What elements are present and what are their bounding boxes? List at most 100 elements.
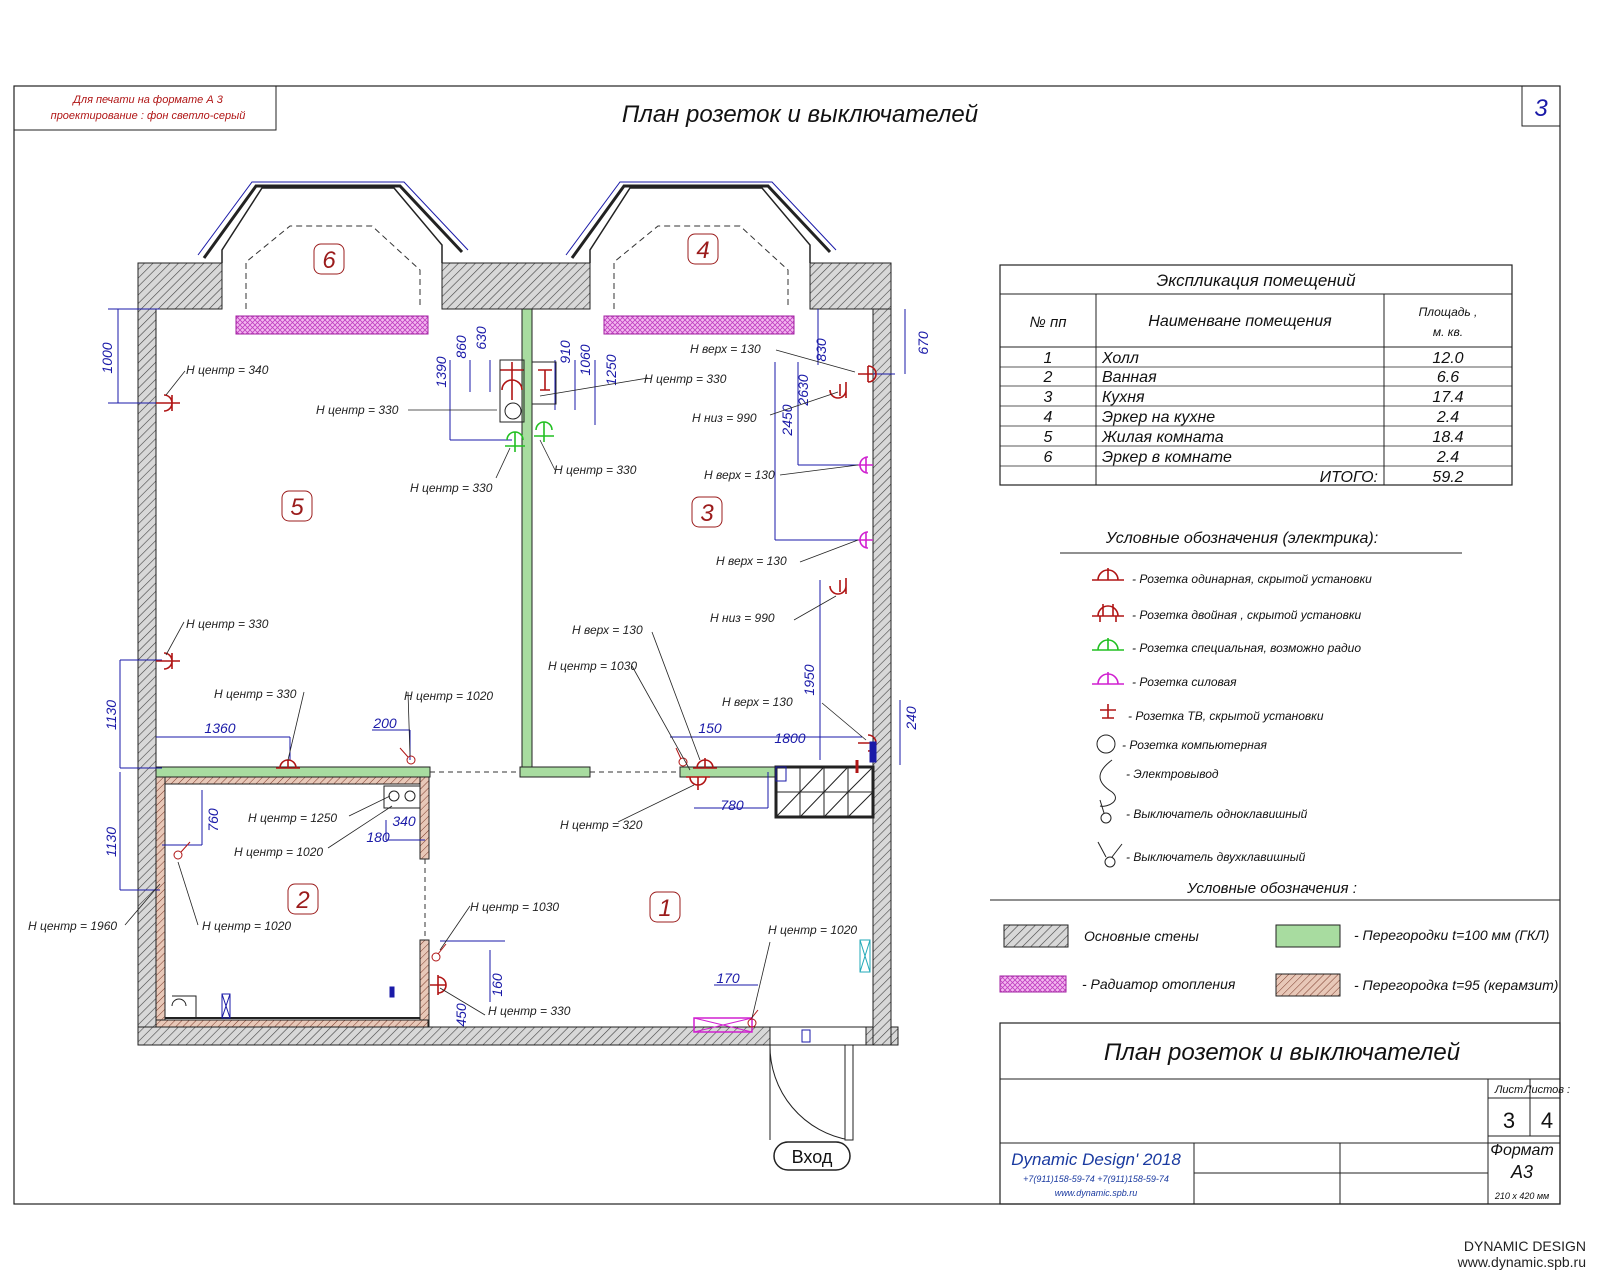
room-badge-1: 1: [649, 891, 681, 923]
explication-header-name: Наименване помещения: [1148, 313, 1332, 330]
svg-text:450: 450: [453, 1003, 469, 1027]
stamp-format-size: 210 х 420 мм: [1494, 1191, 1549, 1201]
stamp-title: План розеток и выключателей: [1104, 1039, 1460, 1066]
svg-text:1130: 1130: [103, 827, 119, 857]
svg-text:Н центр = 330: Н центр = 330: [214, 687, 297, 701]
svg-text:Н центр = 330: Н центр = 330: [488, 1004, 571, 1018]
svg-text:Н центр = 330: Н центр = 330: [316, 403, 399, 417]
svg-text:4: 4: [696, 237, 709, 264]
svg-text:Н центр = 1030: Н центр = 1030: [470, 900, 559, 914]
svg-text:1390: 1390: [433, 356, 449, 387]
explication-total-value: 59.2: [1432, 469, 1463, 486]
switch-single-icon: [431, 943, 447, 962]
svg-text:Н низ = 990: Н низ = 990: [710, 611, 775, 625]
legend-item: - Перегородка t=95 (керамзит): [1354, 977, 1558, 993]
sheet-number: 3: [1534, 95, 1548, 122]
socket-special-icon: [534, 421, 554, 442]
svg-text:Н верх = 130: Н верх = 130: [722, 695, 793, 709]
legend-item: - Электровывод: [1126, 767, 1219, 781]
svg-text:Н верх = 130: Н верх = 130: [690, 342, 761, 356]
svg-text:4: 4: [1044, 409, 1053, 426]
swatch-radiator: [999, 975, 1067, 993]
floor-plan: Вход 6 4 5 3 2 1 1000 1390 860 630 910 1…: [28, 181, 931, 1171]
socket-special-icon: [1092, 638, 1124, 651]
radiator-room5: [235, 315, 429, 335]
room-badge-4: 4: [687, 233, 719, 265]
explication-title: Экспликация помещений: [1156, 271, 1356, 290]
socket-power-icon: [858, 531, 873, 549]
switch-single-icon: [399, 747, 416, 765]
legend-item: - Розетка двойная , скрытой установки: [1132, 608, 1362, 622]
svg-text:Н верх = 130: Н верх = 130: [716, 554, 787, 568]
wall-right: [872, 262, 892, 1046]
svg-text:Н низ = 990: Н низ = 990: [692, 411, 757, 425]
floor-plan-sheet: Для печати на формате А 3 проектирование…: [13, 85, 1570, 1205]
partition-bath-bottom: [155, 1019, 429, 1028]
print-note-line2: проектирование : фон светло-серый: [51, 110, 246, 122]
legend-item: Основные стены: [1084, 928, 1200, 944]
svg-text:5: 5: [1044, 429, 1053, 446]
svg-text:2.4: 2.4: [1436, 409, 1459, 426]
svg-text:Н центр = 330: Н центр = 330: [410, 481, 493, 495]
svg-text:1130: 1130: [103, 700, 119, 730]
socket-single-icon: [430, 975, 447, 995]
entrance-button[interactable]: Вход: [773, 1141, 851, 1171]
svg-text:Н центр = 1020: Н центр = 1020: [404, 689, 493, 703]
switch-single-icon: [1099, 799, 1112, 824]
explication-header-unit: м. кв.: [1433, 325, 1463, 339]
switches: [173, 747, 759, 1028]
svg-text:5: 5: [290, 494, 304, 521]
stamp-sheets-label: Листов :: [1523, 1084, 1570, 1096]
socket-power-icon: [1092, 672, 1124, 685]
svg-text:830: 830: [813, 338, 829, 362]
watermark-line2: www.dynamic.spb.ru: [1457, 1254, 1586, 1270]
swatch-gkl: [1275, 924, 1341, 948]
stamp-phones: +7(911)158-59-74 +7(911)158-59-74: [1023, 1174, 1169, 1184]
svg-text:Н центр = 330: Н центр = 330: [644, 372, 727, 386]
switch-single-icon: [675, 747, 688, 767]
swatch-ceramsite: [1275, 973, 1341, 997]
svg-text:Н центр = 330: Н центр = 330: [186, 617, 269, 631]
wall-top-mid: [441, 262, 591, 310]
socket-single-icon: [276, 759, 300, 769]
stamp-company: Dynamic Design' 2018: [1011, 1150, 1181, 1169]
stamp-site: www.dynamic.spb.ru: [1055, 1188, 1138, 1198]
computer-socket-icon: [1096, 734, 1116, 754]
svg-text:2.4: 2.4: [1436, 449, 1459, 466]
switch-double-icon: [383, 785, 421, 809]
svg-text:170: 170: [716, 970, 740, 986]
page-title: План розеток и выключателей: [622, 101, 978, 128]
socket-single-icon: [156, 394, 180, 412]
svg-text:240: 240: [903, 706, 919, 731]
socket-double-icon: [829, 578, 847, 595]
svg-text:2: 2: [295, 887, 309, 914]
print-note-line1: Для печати на формате А 3: [71, 94, 224, 106]
partition-bath-left: [155, 776, 166, 1028]
svg-text:670: 670: [915, 331, 931, 355]
svg-text:910: 910: [557, 340, 573, 364]
bathroom-fixtures: [171, 741, 877, 1043]
svg-text:6.6: 6.6: [1437, 369, 1459, 386]
svg-text:3: 3: [700, 500, 714, 527]
svg-text:Ванная: Ванная: [1102, 369, 1157, 386]
partition-bath-right2: [419, 939, 430, 1028]
svg-text:760: 760: [205, 808, 221, 832]
socket-single-icon: [1092, 568, 1124, 581]
svg-text:6: 6: [322, 247, 336, 274]
legend-item: - Перегородки t=100 мм (ГКЛ): [1354, 927, 1549, 943]
svg-text:150: 150: [698, 720, 722, 736]
legend-item: - Выключатель одноклавишный: [1126, 807, 1308, 821]
socket-double-icon: [829, 382, 847, 399]
svg-text:Эркер в комнате: Эркер в комнате: [1102, 449, 1232, 466]
svg-text:Н центр = 1020: Н центр = 1020: [202, 919, 291, 933]
room-badge-3: 3: [691, 496, 723, 528]
svg-text:Холл: Холл: [1101, 350, 1139, 367]
svg-text:1250: 1250: [603, 354, 619, 385]
svg-text:Н центр = 1030: Н центр = 1030: [548, 659, 637, 673]
svg-text:3: 3: [1044, 389, 1053, 406]
legend-electric: Условные обозначения (электрика): - Розе…: [1060, 530, 1462, 868]
stamp-format-label: Формат: [1490, 1142, 1554, 1159]
svg-text:1: 1: [658, 895, 671, 922]
explication-header-area: Площадь ,: [1419, 305, 1478, 319]
partition-gkl-kitchen: [519, 766, 591, 778]
